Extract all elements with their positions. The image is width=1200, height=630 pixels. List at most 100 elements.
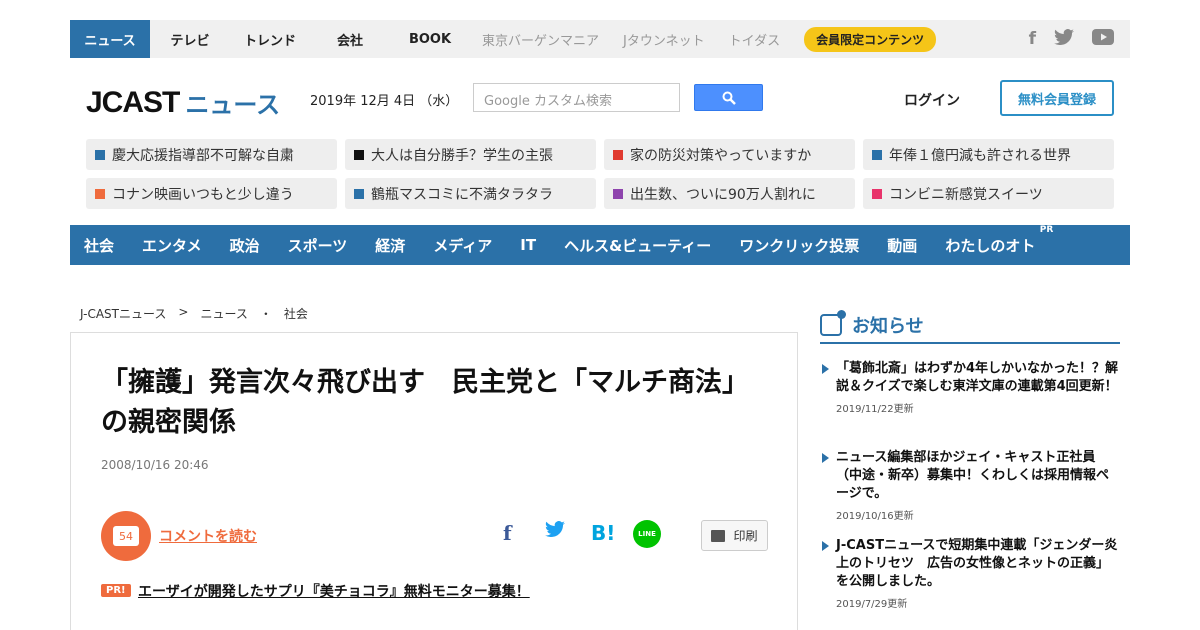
- topnav-tv[interactable]: テレビ: [150, 20, 230, 58]
- category-tab[interactable]: ワンクリック投票: [739, 235, 859, 256]
- topic-color-marker: [95, 188, 105, 199]
- print-label: 印刷: [733, 529, 758, 543]
- category-tab[interactable]: わたしのオト PR: [945, 225, 1053, 256]
- current-date: 2019年 12月 4日 （水）: [310, 94, 459, 109]
- site-logo[interactable]: JCAST ニュース: [86, 80, 280, 120]
- topic-label: コンビニ新感覚スイーツ: [889, 186, 1043, 203]
- category-tab[interactable]: 政治: [230, 235, 260, 256]
- category-tab[interactable]: IT: [520, 236, 536, 254]
- category-tab[interactable]: メディア: [433, 235, 492, 256]
- top-bar: ニュース テレビ トレンド 会社 BOOK 東京バーゲンマニア Jタウンネット …: [70, 20, 1130, 58]
- notice-text[interactable]: J-CASTニュースで短期集中連載「ジェンダー炎上のトリセツ 広告の女性像とネッ…: [820, 537, 1120, 591]
- topic-link[interactable]: 鶴瓶マスコミに不満タラタラ: [345, 178, 596, 209]
- topnav-book[interactable]: BOOK: [390, 20, 470, 58]
- logo-sub: ニュース: [185, 92, 281, 119]
- category-label: ヘルス&ビューティー: [564, 236, 712, 255]
- category-tab[interactable]: 経済: [375, 235, 405, 256]
- notice-text[interactable]: 「葛飾北斎」はわずか4年しかいなかった！？解説＆クイズで楽しむ東洋文庫の連載第4…: [820, 360, 1120, 396]
- search-icon: [722, 91, 736, 105]
- notice-item[interactable]: J-CASTニュースで短期集中連載「ジェンダー炎上のトリセツ 広告の女性像とネッ…: [820, 537, 1120, 610]
- pr-link[interactable]: エーザイが開発したサプリ『美チョコラ』無料モニター募集！: [138, 581, 530, 601]
- category-tab[interactable]: エンタメ: [142, 235, 202, 256]
- notice-text[interactable]: ニュース編集部ほかジェイ・キャスト正社員（中途・新卒）募集中！くわしくは採用情報…: [820, 449, 1120, 503]
- category-tab[interactable]: 社会: [84, 235, 114, 256]
- member-content-badge[interactable]: 会員限定コンテンツ: [804, 26, 937, 52]
- read-comments-link[interactable]: コメントを読む: [159, 526, 257, 546]
- article-box: 「擁護」発言次々飛び出す 民主党と「マルチ商法」の親密関係 2008/10/16…: [70, 332, 798, 630]
- social-links: f: [1029, 28, 1130, 50]
- topic-link[interactable]: コナン映画いつもと少し違う: [86, 178, 337, 209]
- pr-badge: PR!: [101, 584, 131, 597]
- breadcrumb-society[interactable]: 社会: [284, 305, 308, 322]
- topnav-trend[interactable]: トレンド: [230, 20, 310, 58]
- twitter-icon[interactable]: [1054, 28, 1074, 50]
- topic-link[interactable]: 家の防災対策やっていますか: [604, 139, 855, 170]
- topic-label: コナン映画いつもと少し違う: [112, 186, 294, 203]
- topnav-news[interactable]: ニュース: [70, 20, 150, 58]
- sidebar-header: お知らせ: [820, 308, 1120, 344]
- topic-label: 大人は自分勝手？学生の主張: [371, 147, 553, 164]
- breadcrumb-news[interactable]: ニュース: [200, 305, 247, 322]
- topic-link[interactable]: コンビニ新感覚スイーツ: [863, 178, 1114, 209]
- trending-topics: 慶大応援指導部不可解な自粛 大人は自分勝手？学生の主張 家の防災対策やっていますか 年…: [86, 139, 1114, 209]
- topic-link[interactable]: 出生数、ついに90万人割れに: [604, 178, 855, 209]
- category-label: 経済: [375, 236, 406, 255]
- topic-label: 出生数、ついに90万人割れに: [630, 186, 816, 203]
- topic-color-marker: [613, 149, 623, 160]
- breadcrumb: J-CASTニュース > ニュース ・ 社会: [80, 305, 308, 322]
- topic-label: 慶大応援指導部不可解な自粛: [112, 147, 294, 164]
- line-share-icon[interactable]: LINE: [633, 520, 661, 548]
- topic-label: 家の防災対策やっていますか: [630, 147, 812, 164]
- category-label: スポーツ: [287, 236, 348, 255]
- breadcrumb-home[interactable]: J-CASTニュース: [80, 305, 166, 322]
- topnav-toidas[interactable]: トイダス: [717, 20, 792, 58]
- notice-date: 2019/10/16更新: [836, 511, 914, 522]
- category-label: IT: [520, 236, 537, 254]
- category-tab[interactable]: スポーツ: [288, 235, 348, 256]
- topic-color-marker: [95, 149, 105, 160]
- category-label: エンタメ: [142, 236, 202, 255]
- notice-item[interactable]: 「葛飾北斎」はわずか4年しかいなかった！？解説＆クイズで楽しむ東洋文庫の連載第4…: [820, 360, 1120, 415]
- article-title: 「擁護」発言次々飛び出す 民主党と「マルチ商法」の親密関係: [101, 367, 749, 438]
- category-tab[interactable]: ヘルス&ビューティー: [564, 235, 711, 256]
- topic-color-marker: [354, 188, 364, 199]
- notice-item[interactable]: ニュース編集部ほかジェイ・キャスト正社員（中途・新卒）募集中！くわしくは採用情報…: [820, 449, 1120, 522]
- topnav-jtown[interactable]: Jタウンネット: [611, 20, 717, 58]
- category-label: 政治: [229, 236, 260, 255]
- facebook-icon[interactable]: f: [1029, 29, 1036, 49]
- article-date: 2008/10/16 20:46: [101, 458, 209, 472]
- notice-date: 2019/11/22更新: [836, 404, 914, 415]
- topic-link[interactable]: 慶大応援指導部不可解な自粛: [86, 139, 337, 170]
- topic-color-marker: [613, 188, 623, 199]
- topic-label: 年俸１億円減も許される世界: [889, 147, 1071, 164]
- youtube-icon[interactable]: [1092, 28, 1114, 50]
- hatena-bookmark-icon[interactable]: B!: [591, 521, 615, 545]
- sidebar-title: お知らせ: [852, 316, 924, 337]
- register-button[interactable]: 無料会員登録: [1000, 80, 1114, 116]
- topic-color-marker: [872, 149, 882, 160]
- comment-count-badge[interactable]: 54: [101, 511, 151, 561]
- topnav-bargain[interactable]: 東京バーゲンマニア: [470, 20, 611, 58]
- topic-color-marker: [872, 188, 882, 199]
- search-button[interactable]: [694, 84, 763, 111]
- comment-count: 54: [113, 526, 139, 546]
- pr-marker: PR: [1039, 224, 1054, 235]
- print-button[interactable]: 印刷: [701, 520, 768, 551]
- notice-icon: [820, 310, 846, 336]
- search-input[interactable]: Google カスタム検索: [473, 83, 680, 112]
- breadcrumb-separator: ・: [259, 307, 272, 321]
- topic-color-marker: [354, 149, 364, 160]
- category-label: 動画: [887, 236, 918, 255]
- facebook-share-icon[interactable]: f: [503, 521, 512, 545]
- printer-icon: [711, 529, 726, 542]
- twitter-share-icon[interactable]: [545, 521, 565, 542]
- topic-link[interactable]: 年俸１億円減も許される世界: [863, 139, 1114, 170]
- login-link[interactable]: ログイン: [904, 90, 960, 110]
- topic-link[interactable]: 大人は自分勝手？学生の主張: [345, 139, 596, 170]
- category-tab[interactable]: 動画: [887, 235, 917, 256]
- category-label: わたしのオト: [945, 236, 1036, 255]
- logo-main: JCAST: [86, 86, 180, 119]
- topnav-company[interactable]: 会社: [310, 20, 390, 58]
- category-label: ワンクリック投票: [739, 236, 860, 255]
- topic-label: 鶴瓶マスコミに不満タラタラ: [371, 186, 553, 203]
